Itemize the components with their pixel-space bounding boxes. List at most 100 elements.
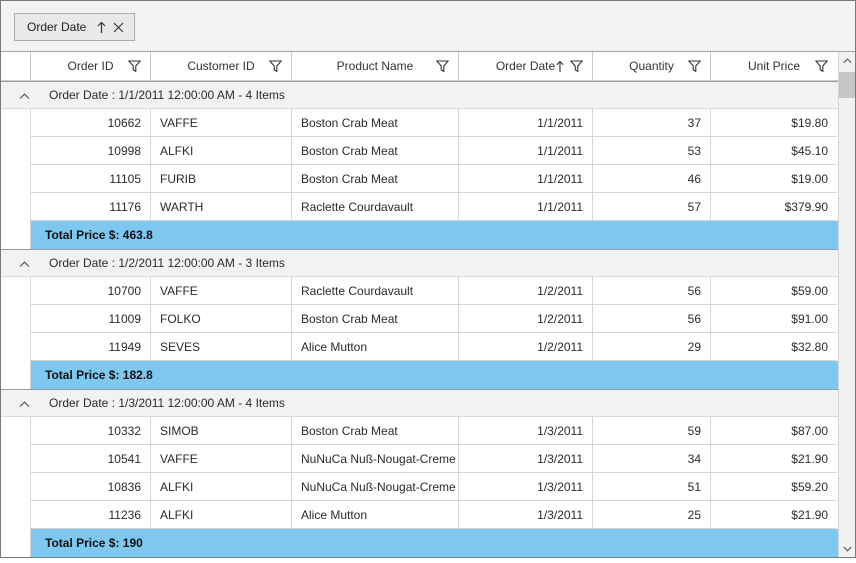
chevron-up-icon[interactable] xyxy=(17,398,31,410)
cell-order-id[interactable]: 10662 xyxy=(31,109,151,137)
cell-quantity[interactable]: 53 xyxy=(593,137,711,165)
table-row[interactable]: 11949 SEVES Alice Mutton 1/2/2011 29 $32… xyxy=(1,333,838,361)
table-row[interactable]: 10662 VAFFE Boston Crab Meat 1/1/2011 37… xyxy=(1,109,838,137)
cell-customer-id[interactable]: VAFFE xyxy=(151,109,292,137)
column-header-product-name[interactable]: Product Name xyxy=(292,52,459,80)
scroll-up-button[interactable] xyxy=(839,52,855,69)
cell-unit-price[interactable]: $32.80 xyxy=(711,333,837,361)
cell-unit-price[interactable]: $21.90 xyxy=(711,501,837,529)
cell-customer-id[interactable]: FOLKO xyxy=(151,305,292,333)
filter-icon[interactable] xyxy=(688,60,701,73)
cell-quantity[interactable]: 34 xyxy=(593,445,711,473)
cell-order-id[interactable]: 11176 xyxy=(31,193,151,221)
cell-quantity[interactable]: 57 xyxy=(593,193,711,221)
cell-product-name[interactable]: Raclette Courdavault xyxy=(292,277,459,305)
table-row[interactable]: 11236 ALFKI Alice Mutton 1/3/2011 25 $21… xyxy=(1,501,838,529)
table-row[interactable]: 11105 FURIB Boston Crab Meat 1/1/2011 46… xyxy=(1,165,838,193)
cell-unit-price[interactable]: $19.00 xyxy=(711,165,837,193)
table-row[interactable]: 10700 VAFFE Raclette Courdavault 1/2/201… xyxy=(1,277,838,305)
filter-icon[interactable] xyxy=(128,60,141,73)
cell-order-date[interactable]: 1/2/2011 xyxy=(459,277,593,305)
chevron-up-icon[interactable] xyxy=(17,90,31,102)
cell-quantity[interactable]: 37 xyxy=(593,109,711,137)
table-row[interactable]: 10998 ALFKI Boston Crab Meat 1/1/2011 53… xyxy=(1,137,838,165)
scrollbar-thumb[interactable] xyxy=(839,72,855,98)
cell-order-id[interactable]: 10332 xyxy=(31,417,151,445)
table-row[interactable]: 10541 VAFFE NuNuCa Nuß-Nougat-Creme 1/3/… xyxy=(1,445,838,473)
cell-order-date[interactable]: 1/1/2011 xyxy=(459,109,593,137)
table-row[interactable]: 11009 FOLKO Boston Crab Meat 1/2/2011 56… xyxy=(1,305,838,333)
table-row[interactable]: 11176 WARTH Raclette Courdavault 1/1/201… xyxy=(1,193,838,221)
cell-quantity[interactable]: 46 xyxy=(593,165,711,193)
cell-order-date[interactable]: 1/3/2011 xyxy=(459,473,593,501)
cell-quantity[interactable]: 56 xyxy=(593,277,711,305)
cell-order-date[interactable]: 1/3/2011 xyxy=(459,501,593,529)
cell-quantity[interactable]: 51 xyxy=(593,473,711,501)
group-drop-area[interactable]: Order Date xyxy=(1,1,855,52)
cell-order-id[interactable]: 10836 xyxy=(31,473,151,501)
filter-icon[interactable] xyxy=(436,60,449,73)
cell-order-id[interactable]: 11949 xyxy=(31,333,151,361)
cell-order-id[interactable]: 10700 xyxy=(31,277,151,305)
cell-product-name[interactable]: Boston Crab Meat xyxy=(292,137,459,165)
group-caption-row[interactable]: Order Date : 1/2/2011 12:00:00 AM - 3 It… xyxy=(1,249,838,277)
cell-order-id[interactable]: 11105 xyxy=(31,165,151,193)
cell-customer-id[interactable]: ALFKI xyxy=(151,137,292,165)
cell-customer-id[interactable]: ALFKI xyxy=(151,473,292,501)
cell-order-date[interactable]: 1/1/2011 xyxy=(459,193,593,221)
cell-unit-price[interactable]: $45.10 xyxy=(711,137,837,165)
cell-product-name[interactable]: Boston Crab Meat xyxy=(292,417,459,445)
cell-quantity[interactable]: 29 xyxy=(593,333,711,361)
column-header-unit-price[interactable]: Unit Price xyxy=(711,52,837,80)
cell-unit-price[interactable]: $87.00 xyxy=(711,417,837,445)
cell-order-date[interactable]: 1/3/2011 xyxy=(459,417,593,445)
cell-order-date[interactable]: 1/2/2011 xyxy=(459,333,593,361)
sort-ascending-icon[interactable] xyxy=(96,21,107,34)
cell-order-date[interactable]: 1/1/2011 xyxy=(459,137,593,165)
cell-product-name[interactable]: Boston Crab Meat xyxy=(292,109,459,137)
cell-unit-price[interactable]: $59.20 xyxy=(711,473,837,501)
group-caption-row[interactable]: Order Date : 1/3/2011 12:00:00 AM - 4 It… xyxy=(1,389,838,417)
filter-icon[interactable] xyxy=(570,60,583,73)
vertical-scrollbar[interactable] xyxy=(838,52,855,557)
cell-quantity[interactable]: 25 xyxy=(593,501,711,529)
table-row[interactable]: 10332 SIMOB Boston Crab Meat 1/3/2011 59… xyxy=(1,417,838,445)
column-header-order-date[interactable]: Order Date xyxy=(459,52,593,80)
cell-quantity[interactable]: 59 xyxy=(593,417,711,445)
cell-customer-id[interactable]: SIMOB xyxy=(151,417,292,445)
filter-icon[interactable] xyxy=(269,60,282,73)
cell-order-date[interactable]: 1/2/2011 xyxy=(459,305,593,333)
cell-order-date[interactable]: 1/3/2011 xyxy=(459,445,593,473)
cell-unit-price[interactable]: $379.90 xyxy=(711,193,837,221)
cell-unit-price[interactable]: $91.00 xyxy=(711,305,837,333)
cell-customer-id[interactable]: ALFKI xyxy=(151,501,292,529)
column-header-quantity[interactable]: Quantity xyxy=(593,52,711,80)
cell-product-name[interactable]: NuNuCa Nuß-Nougat-Creme xyxy=(292,445,459,473)
cell-unit-price[interactable]: $21.90 xyxy=(711,445,837,473)
column-header-customer-id[interactable]: Customer ID xyxy=(151,52,292,80)
filter-icon[interactable] xyxy=(815,60,828,73)
cell-order-id[interactable]: 11009 xyxy=(31,305,151,333)
close-icon[interactable] xyxy=(113,22,124,33)
cell-product-name[interactable]: Raclette Courdavault xyxy=(292,193,459,221)
cell-unit-price[interactable]: $19.80 xyxy=(711,109,837,137)
scroll-down-button[interactable] xyxy=(839,540,855,557)
cell-order-id[interactable]: 10541 xyxy=(31,445,151,473)
cell-customer-id[interactable]: VAFFE xyxy=(151,277,292,305)
group-caption-row[interactable]: Order Date : 1/1/2011 12:00:00 AM - 4 It… xyxy=(1,81,838,109)
cell-unit-price[interactable]: $59.00 xyxy=(711,277,837,305)
table-row[interactable]: 10836 ALFKI NuNuCa Nuß-Nougat-Creme 1/3/… xyxy=(1,473,838,501)
cell-customer-id[interactable]: SEVES xyxy=(151,333,292,361)
group-chip-order-date[interactable]: Order Date xyxy=(14,13,136,41)
cell-quantity[interactable]: 56 xyxy=(593,305,711,333)
chevron-up-icon[interactable] xyxy=(17,258,31,270)
cell-product-name[interactable]: Alice Mutton xyxy=(292,333,459,361)
cell-product-name[interactable]: Boston Crab Meat xyxy=(292,165,459,193)
cell-order-date[interactable]: 1/1/2011 xyxy=(459,165,593,193)
cell-product-name[interactable]: NuNuCa Nuß-Nougat-Creme xyxy=(292,473,459,501)
cell-order-id[interactable]: 11236 xyxy=(31,501,151,529)
cell-customer-id[interactable]: WARTH xyxy=(151,193,292,221)
cell-product-name[interactable]: Alice Mutton xyxy=(292,501,459,529)
cell-order-id[interactable]: 10998 xyxy=(31,137,151,165)
cell-customer-id[interactable]: FURIB xyxy=(151,165,292,193)
